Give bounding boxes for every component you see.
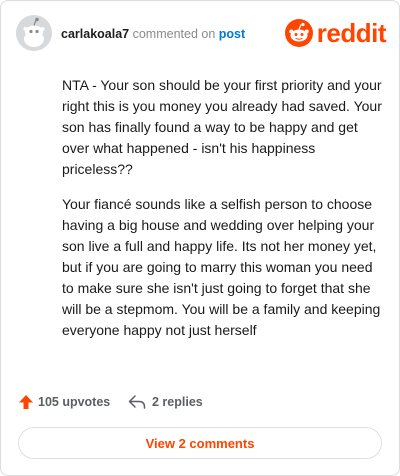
username-link[interactable]: carlakoala7	[61, 27, 129, 41]
upvote-button[interactable]: 105 upvotes	[18, 394, 110, 410]
avatar[interactable]	[16, 15, 52, 51]
comment-meta: carlakoala7 commented on post	[61, 27, 245, 41]
reply-arrow-icon	[128, 395, 146, 409]
action-text: commented on	[132, 27, 216, 41]
comment-paragraph-2: Your fiancé sounds like a selfish person…	[62, 196, 381, 338]
brand-wordmark: reddit	[316, 18, 387, 48]
replies-button[interactable]: 2 replies	[128, 394, 203, 410]
snoo-avatar-icon	[16, 15, 52, 51]
comment-actions: 105 upvotes 2 replies	[18, 394, 388, 414]
comment-card: carlakoala7 commented on post reddit NTA…	[0, 0, 400, 476]
reddit-logo[interactable]: reddit	[284, 18, 387, 48]
comment-paragraph-1: NTA - Your son should be your first prio…	[62, 77, 382, 177]
replies-count: 2 replies	[152, 395, 203, 409]
view-comments-button[interactable]: View 2 comments	[18, 427, 382, 459]
comment-body: NTA - Your son should be your first prio…	[62, 75, 382, 355]
comment-header: carlakoala7 commented on post reddit	[16, 15, 387, 51]
upvote-count: 105 upvotes	[38, 395, 111, 409]
upvote-arrow-icon	[19, 395, 33, 409]
reddit-logo-icon	[284, 19, 313, 47]
post-link[interactable]: post	[219, 27, 245, 41]
